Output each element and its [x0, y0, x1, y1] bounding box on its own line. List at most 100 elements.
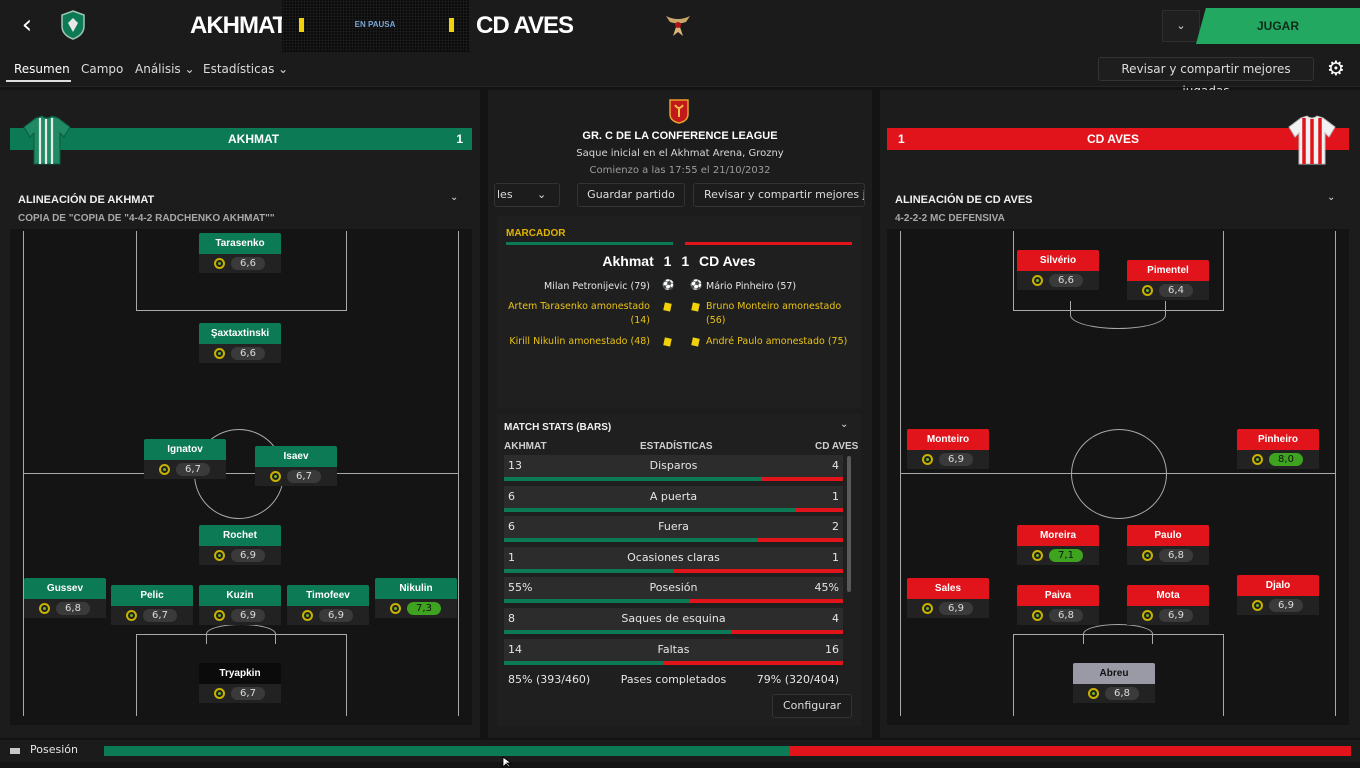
- chevron-down-icon[interactable]: ⌄: [1327, 192, 1335, 203]
- player-card[interactable]: Gussev 6,8: [24, 578, 106, 618]
- player-rating-row: 6,9: [907, 599, 989, 618]
- player-card[interactable]: Mota 6,9: [1127, 585, 1209, 625]
- away-card-marker: [449, 18, 454, 32]
- stat-bar-away: [663, 660, 843, 665]
- player-name: Pimentel: [1127, 260, 1209, 281]
- player-rating: 6,7: [176, 463, 210, 476]
- player-card[interactable]: Timofeev 6,9: [287, 585, 369, 625]
- stats-scrollbar[interactable]: [847, 456, 851, 592]
- scoreboard-card: MARCADOR Akhmat 1 1 CD Aves Milan Petron…: [497, 216, 861, 408]
- yellow-card-icon: [663, 302, 672, 312]
- stats-col-away: CD AVES: [815, 441, 859, 452]
- player-rating: 6,6: [1049, 274, 1083, 287]
- rating-icon: [39, 603, 50, 614]
- player-card[interactable]: Djalo 6,9: [1237, 575, 1319, 615]
- player-card[interactable]: Tryapkin 6,7: [199, 663, 281, 703]
- player-rating-row: 6,6: [1017, 271, 1099, 290]
- tab-resumen[interactable]: Resumen: [14, 62, 70, 76]
- player-card[interactable]: Şaxtaxtinski 6,6: [199, 323, 281, 363]
- player-name: Silvério: [1017, 250, 1099, 271]
- away-goal-event: Mário Pinheiro (57): [706, 281, 797, 292]
- rating-icon: [214, 258, 225, 269]
- away-formation: 4-2-2-2 MC DEFENSIVA: [895, 213, 1005, 224]
- player-card[interactable]: Sales 6,9: [907, 578, 989, 618]
- stat-row: 6A puerta 1: [504, 485, 843, 512]
- player-card[interactable]: Isaev 6,7: [255, 446, 337, 486]
- player-card[interactable]: Abreu 6,8: [1073, 663, 1155, 703]
- player-rating: 6,9: [939, 602, 973, 615]
- mouse-cursor-icon: [502, 756, 512, 768]
- tab-analisis[interactable]: Análisis ⌄: [135, 62, 195, 76]
- player-card[interactable]: Rochet 6,9: [199, 525, 281, 565]
- player-rating-row: 6,9: [287, 606, 369, 625]
- save-match-button[interactable]: Guardar partido: [577, 183, 685, 207]
- stat-away-value: 4: [832, 459, 839, 472]
- configure-button[interactable]: Configurar: [772, 694, 852, 718]
- stat-bar-away: [761, 477, 843, 481]
- gear-icon[interactable]: ⚙: [1322, 57, 1350, 81]
- player-card[interactable]: Moreira 7,1: [1017, 525, 1099, 565]
- chevron-down-icon[interactable]: ⌄: [450, 192, 458, 203]
- away-lineup-title: ALINEACIÓN DE CD AVES: [895, 194, 1033, 206]
- away-team-bar: 1 CD AVES: [887, 128, 1349, 150]
- player-card[interactable]: Kuzin 6,9: [199, 585, 281, 625]
- rating-icon: [270, 471, 281, 482]
- player-rating-row: 6,6: [199, 254, 281, 273]
- rating-icon: [302, 610, 313, 621]
- player-card[interactable]: Monteiro 6,9: [907, 429, 989, 469]
- player-rating-row: 6,7: [111, 606, 193, 625]
- away-bar-name: CD AVES: [1087, 132, 1140, 146]
- tab-campo[interactable]: Campo: [81, 62, 123, 76]
- home-card-event: Artem Tarasenko amonestado (14): [508, 301, 650, 326]
- stat-away-value: 45%: [814, 581, 839, 595]
- player-card[interactable]: Nikulin 7,3: [375, 578, 457, 618]
- home-team-name: AKHMAT: [190, 12, 287, 39]
- review-highlights-button[interactable]: Revisar y compartir mejores jugadas: [1098, 57, 1314, 98]
- home-formation: COPIA DE "COPIA DE "4-4-2 RADCHENKO AKHM…: [18, 213, 275, 224]
- away-goals: 1: [898, 132, 905, 146]
- stat-away-value: 16: [825, 642, 839, 656]
- review-highlights-button-center[interactable]: Revisar y compartir mejores ju: [693, 183, 865, 207]
- home-team-bar: AKHMAT 1: [10, 128, 472, 150]
- possession-track: [104, 746, 1351, 756]
- rating-icon: [1252, 600, 1263, 611]
- play-button[interactable]: JUGAR: [1196, 8, 1360, 44]
- player-rating-row: 6,9: [1237, 596, 1319, 615]
- truncated-button[interactable]: les ⌄: [494, 183, 560, 207]
- stat-bar-away: [795, 507, 843, 512]
- stat-bar-home: [504, 630, 732, 634]
- player-name: Isaev: [255, 446, 337, 467]
- truncated-button-label: les: [497, 188, 513, 201]
- player-rating-row: 6,9: [199, 606, 281, 625]
- player-rating: 6,9: [1159, 609, 1193, 622]
- player-rating: 6,9: [1269, 599, 1303, 612]
- stat-bar-away: [673, 568, 843, 573]
- player-card[interactable]: Pelic 6,7: [111, 585, 193, 625]
- player-name: Nikulin: [375, 578, 457, 599]
- player-rating: 6,7: [231, 687, 265, 700]
- stat-label: Faltas: [657, 642, 690, 656]
- player-rating: 6,9: [231, 549, 265, 562]
- home-goals: 1: [456, 132, 463, 146]
- stat-label: Ocasiones claras: [627, 550, 720, 564]
- player-rating: 6,8: [56, 602, 90, 615]
- score-home-name: Akhmat: [602, 253, 654, 269]
- chevron-down-icon[interactable]: ⌄: [840, 419, 848, 430]
- player-rating: 6,7: [287, 470, 321, 483]
- player-card[interactable]: Pimentel 6,4: [1127, 260, 1209, 300]
- player-card[interactable]: Paulo 6,8: [1127, 525, 1209, 565]
- player-rating-row: 6,7: [144, 460, 226, 479]
- back-arrow-icon[interactable]: ‹: [12, 12, 42, 40]
- player-name: Kuzin: [199, 585, 281, 606]
- player-card[interactable]: Ignatov 6,7: [144, 439, 226, 479]
- scoreboard-title: MARCADOR: [506, 228, 566, 239]
- player-card[interactable]: Pinheiro 8,0: [1237, 429, 1319, 469]
- player-rating: 6,6: [231, 347, 265, 360]
- player-card[interactable]: Tarasenko 6,6: [199, 233, 281, 273]
- chevron-down-icon[interactable]: ⌄: [1162, 10, 1200, 42]
- tab-estadisticas[interactable]: Estadísticas ⌄: [203, 62, 288, 76]
- player-rating-row: 7,3: [375, 599, 457, 618]
- player-card[interactable]: Paiva 6,8: [1017, 585, 1099, 625]
- player-card[interactable]: Silvério 6,6: [1017, 250, 1099, 290]
- stat-label: Disparos: [649, 459, 698, 472]
